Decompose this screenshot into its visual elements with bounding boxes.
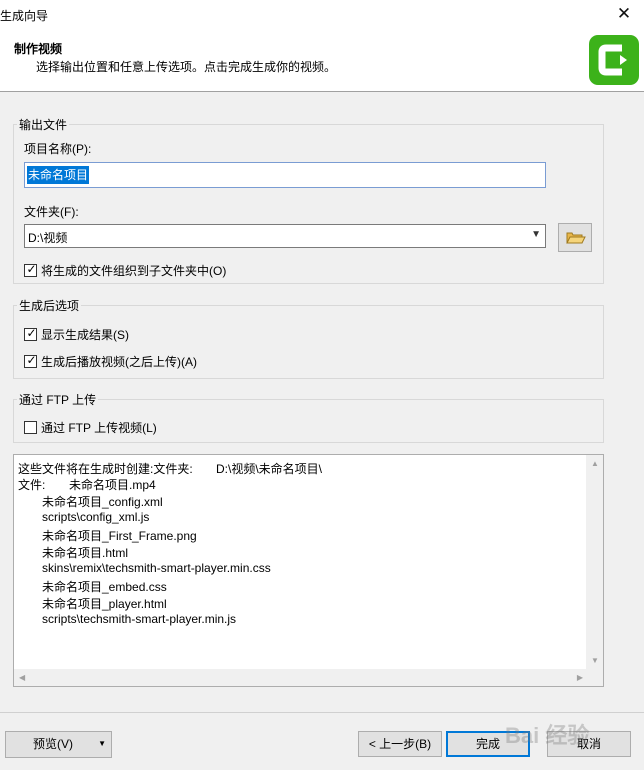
list-item: 未命名项目_config.xml [42, 495, 163, 509]
scrollbar-corner [586, 669, 603, 686]
file-list[interactable]: 这些文件将在生成时创建:文件夹: D:\视频\未命名项目\ 文件: 未命名项目.… [13, 454, 604, 687]
after-options-legend: 生成后选项 [17, 297, 82, 314]
organize-subfolder-label: 将生成的文件组织到子文件夹中(O) [41, 264, 227, 278]
checkbox-box[interactable]: ✓ [24, 262, 37, 277]
show-results-checkbox[interactable]: ✓ 显示生成结果(S) [24, 326, 129, 343]
play-after-label: 生成后播放视频(之后上传)(A) [41, 355, 197, 369]
scroll-left-icon[interactable]: ◀ [19, 673, 25, 682]
organize-subfolder-checkbox[interactable]: ✓ 将生成的文件组织到子文件夹中(O) [24, 262, 226, 279]
list-item: 未命名项目_player.html [42, 597, 167, 611]
list-item: 未命名项目.html [42, 546, 129, 560]
back-button-label: < 上一步(B) [368, 737, 432, 751]
ftp-legend: 通过 FTP 上传 [17, 391, 99, 408]
folder-label: 文件夹(F): [24, 205, 79, 219]
chevron-down-icon[interactable]: ▼ [531, 229, 541, 240]
project-name-label: 项目名称(P): [24, 142, 92, 156]
file-list-main-file: 未命名项目.mp4 [69, 478, 156, 492]
horizontal-scrollbar[interactable]: ◀ ▶ [14, 669, 588, 686]
check-icon: ✓ [26, 326, 37, 340]
folder-open-icon [566, 232, 586, 244]
watermark: Bai 经验 [505, 723, 590, 748]
check-icon: ✓ [26, 353, 37, 367]
scroll-up-icon[interactable]: ▲ [591, 459, 599, 468]
project-name-input[interactable]: 未命名项目 [24, 162, 546, 188]
page-subtitle: 选择输出位置和任意上传选项。点击完成生成你的视频。 [36, 60, 337, 74]
list-item: scripts\config_xml.js [42, 510, 150, 524]
close-icon[interactable]: ✕ [610, 2, 638, 26]
list-item: 未命名项目_First_Frame.png [42, 529, 197, 543]
file-list-file-prefix: 文件: [18, 478, 46, 492]
output-legend: 输出文件 [17, 116, 70, 133]
folder-select[interactable]: D:\视频 ▼ [24, 224, 546, 248]
scroll-down-icon[interactable]: ▼ [591, 656, 599, 665]
project-name-value: 未命名项目 [27, 166, 90, 184]
preview-button[interactable]: 预览(V) ▼ [5, 731, 112, 758]
finish-button-label: 完成 [475, 737, 500, 751]
checkbox-box[interactable] [24, 421, 37, 434]
back-button[interactable]: < 上一步(B) [358, 731, 442, 757]
list-item: scripts\techsmith-smart-player.min.js [42, 612, 237, 626]
play-after-checkbox[interactable]: ✓ 生成后播放视频(之后上传)(A) [24, 353, 197, 370]
dropdown-arrow-icon: ▼ [98, 739, 106, 748]
title-bar: 生成向导 ✕ [0, 0, 644, 30]
checkbox-box[interactable]: ✓ [24, 326, 37, 341]
file-list-header-folder: D:\视频\未命名项目\ [216, 462, 323, 476]
list-item: skins\remix\techsmith-smart-player.min.c… [42, 561, 271, 575]
footer-divider [0, 712, 644, 713]
checkbox-box[interactable]: ✓ [24, 353, 37, 368]
scroll-right-icon[interactable]: ▶ [577, 673, 583, 682]
vertical-scrollbar[interactable]: ▲ ▼ [586, 455, 603, 669]
page-title: 制作视频 [14, 42, 63, 56]
list-item: 未命名项目_embed.css [42, 580, 167, 594]
background-strip [0, 770, 644, 777]
show-results-label: 显示生成结果(S) [41, 328, 129, 342]
ftp-upload-checkbox[interactable]: 通过 FTP 上传视频(L) [24, 419, 157, 436]
file-list-header-prefix: 这些文件将在生成时创建:文件夹: [18, 462, 193, 476]
window-title: 生成向导 [0, 9, 49, 23]
camtasia-logo-icon [589, 35, 639, 85]
ftp-upload-label: 通过 FTP 上传视频(L) [41, 421, 157, 435]
folder-value: D:\视频 [28, 231, 68, 245]
wizard-header: 制作视频 选择输出位置和任意上传选项。点击完成生成你的视频。 [0, 30, 644, 92]
check-icon: ✓ [26, 262, 37, 276]
browse-folder-button[interactable] [558, 223, 592, 252]
output-group [13, 124, 604, 284]
preview-button-label: 预览(V) [33, 737, 73, 751]
